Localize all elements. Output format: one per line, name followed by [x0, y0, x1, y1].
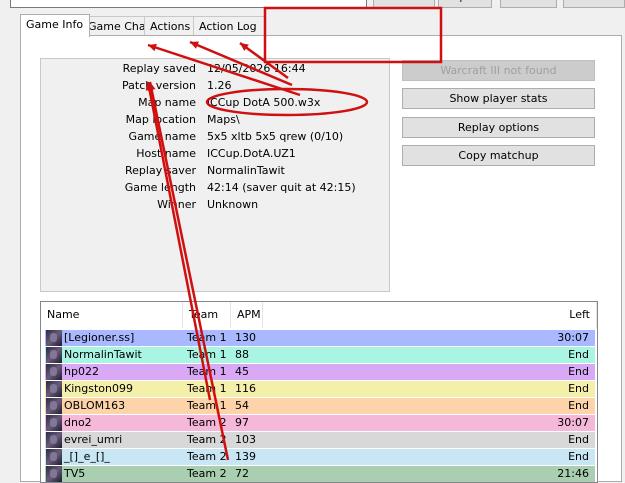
player-team: Team 2	[187, 467, 227, 480]
tab-game-info[interactable]: Game Info	[20, 14, 90, 37]
player-left: 30:07	[557, 331, 589, 344]
player-apm: 97	[235, 416, 249, 429]
player-apm: 139	[235, 450, 256, 463]
player-team: Team 1	[187, 399, 227, 412]
player-team: Team 1	[187, 331, 227, 344]
table-row[interactable]: TV5 Team 2 72 21:46	[45, 466, 595, 482]
player-name: NormalinTawit	[64, 348, 142, 361]
hero-portrait-icon	[46, 398, 62, 414]
column-team[interactable]: Team	[183, 302, 231, 328]
top-toolbar: Browse Open Back Forward	[0, 0, 625, 8]
info-row-map-location: Map location Maps\	[125, 113, 240, 126]
player-apm: 116	[235, 382, 256, 395]
players-list-header: Name Team APM Left	[41, 302, 597, 328]
player-apm: 54	[235, 399, 249, 412]
player-name: Kingston099	[64, 382, 133, 395]
column-left[interactable]: Left	[263, 302, 597, 328]
table-row[interactable]: Kingston099 Team 1 116 End	[45, 381, 595, 397]
player-name: _[]_e_[]_	[64, 450, 110, 463]
player-left: End	[568, 399, 589, 412]
tab-action-log[interactable]: Action Log	[193, 16, 265, 36]
info-row-replay-saved: Replay saved 12/05/2026 16:44	[122, 62, 306, 75]
table-row[interactable]: evrei_umri Team 2 103 End	[45, 432, 595, 448]
game-info-box: Replay saved 12/05/2026 16:44 Patch versi…	[40, 58, 390, 292]
player-name: [Legioner.ss]	[64, 331, 135, 344]
hero-portrait-icon	[46, 364, 62, 380]
hero-portrait-icon	[46, 347, 62, 363]
player-apm: 45	[235, 365, 249, 378]
table-row[interactable]: hp022 Team 1 45 End	[45, 364, 595, 380]
player-team: Team 1	[187, 365, 227, 378]
player-apm: 72	[235, 467, 249, 480]
table-row[interactable]: OBLOM163 Team 1 54 End	[45, 398, 595, 414]
table-row[interactable]: dno2 Team 2 97 30:07	[45, 415, 595, 431]
player-team: Team 2	[187, 433, 227, 446]
hero-portrait-icon	[46, 432, 62, 448]
player-left: End	[568, 450, 589, 463]
info-row-map-name: Map name iCCup DotA 500.w3x	[138, 96, 321, 109]
table-row[interactable]: [Legioner.ss] Team 1 130 30:07	[45, 330, 595, 346]
info-row-replay-saver: Replay saver NormalinTawit	[125, 164, 285, 177]
hero-portrait-icon	[46, 449, 62, 465]
replay-path-input[interactable]	[10, 0, 367, 8]
table-row[interactable]: NormalinTawit Team 1 88 End	[45, 347, 595, 363]
player-name: hp022	[64, 365, 99, 378]
back-button[interactable]: Back	[500, 0, 557, 8]
player-left: End	[568, 348, 589, 361]
column-apm[interactable]: APM	[231, 302, 263, 328]
info-row-host-name: Host name ICCup.DotA.UZ1	[136, 147, 296, 160]
player-left: End	[568, 382, 589, 395]
replay-options-button[interactable]: Replay options	[402, 117, 595, 138]
player-name: OBLOM163	[64, 399, 126, 412]
info-row-winner: Winner Unknown	[157, 198, 259, 211]
warcraft-not-found-button[interactable]: Warcraft III not found	[402, 60, 595, 81]
show-player-stats-button[interactable]: Show player stats	[402, 88, 595, 109]
player-apm: 130	[235, 331, 256, 344]
player-name: TV5	[64, 467, 86, 480]
hero-portrait-icon	[46, 415, 62, 431]
hero-portrait-icon	[46, 330, 62, 346]
player-apm: 88	[235, 348, 249, 361]
column-name[interactable]: Name	[41, 302, 183, 328]
player-team: Team 2	[187, 450, 227, 463]
player-apm: 103	[235, 433, 256, 446]
player-left: 30:07	[557, 416, 589, 429]
open-button[interactable]: Open	[438, 0, 492, 8]
info-row-game-length: Game length 42:14 (saver quit at 42:15)	[124, 181, 356, 194]
copy-matchup-button[interactable]: Copy matchup	[402, 145, 595, 166]
player-team: Team 1	[187, 382, 227, 395]
players-list[interactable]: Name Team APM Left [Legioner.ss] Team 1 13…	[40, 301, 598, 483]
player-team: Team 1	[187, 348, 227, 361]
player-left: End	[568, 433, 589, 446]
player-team: Team 2	[187, 416, 227, 429]
hero-portrait-icon	[46, 381, 62, 397]
player-left: End	[568, 365, 589, 378]
player-left: 21:46	[557, 467, 589, 480]
table-row[interactable]: _[]_e_[]_ Team 2 139 End	[45, 449, 595, 465]
browse-button[interactable]: Browse	[373, 0, 435, 8]
player-name: evrei_umri	[64, 433, 123, 446]
forward-button[interactable]: Forward	[563, 0, 625, 8]
hero-portrait-icon	[46, 466, 62, 482]
player-name: dno2	[64, 416, 92, 429]
info-row-patch-version: Patch version 1.26	[122, 79, 232, 92]
info-row-game-name: Game name 5x5 xltb 5x5 qrew (0/10)	[128, 130, 344, 143]
